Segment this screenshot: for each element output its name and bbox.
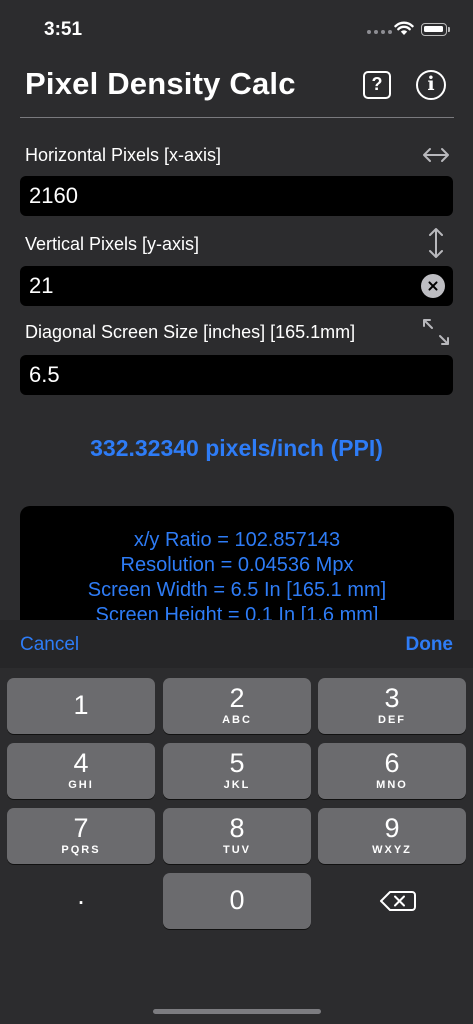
key-letters: ABC — [222, 714, 252, 726]
home-indicator — [153, 1009, 321, 1014]
clear-text-icon[interactable] — [421, 274, 445, 298]
status-bar: 3:51 — [0, 0, 473, 58]
key-1[interactable]: 1 — [7, 678, 155, 734]
key-8[interactable]: 8 TUV — [163, 808, 311, 864]
vertical-pixels-label: Vertical Pixels [y-axis] — [25, 234, 200, 254]
key-number: 2 — [229, 683, 245, 713]
decimal-point-key[interactable]: . — [7, 873, 155, 929]
backspace-key[interactable] — [318, 873, 466, 929]
status-time: 3:51 — [44, 19, 83, 40]
key-number: 6 — [384, 748, 400, 778]
key-5[interactable]: 5 JKL — [163, 743, 311, 799]
key-letters: MNO — [376, 779, 408, 791]
battery-icon — [421, 23, 450, 36]
key-letters: DEF — [378, 714, 406, 726]
key-letters: GHI — [68, 779, 94, 791]
horizontal-pixels-label: Horizontal Pixels [x-axis] — [25, 145, 222, 165]
key-letters: PQRS — [61, 844, 101, 856]
key-number: 7 — [73, 813, 89, 843]
cellular-signal-icon — [367, 30, 392, 34]
key-letters: TUV — [223, 844, 251, 856]
result-screen-height: Screen Height = 0.1 In [1.6 mm] — [95, 604, 379, 620]
info-icon[interactable]: i — [416, 70, 446, 100]
backspace-icon — [380, 891, 416, 911]
key-4[interactable]: 4 GHI — [7, 743, 155, 799]
key-2[interactable]: 2 ABC — [163, 678, 311, 734]
vertical-arrows-icon — [429, 228, 443, 258]
key-number: 4 — [73, 748, 89, 778]
key-3[interactable]: 3 DEF — [318, 678, 466, 734]
help-icon[interactable]: ? — [363, 71, 391, 99]
wifi-icon — [394, 21, 414, 35]
horizontal-pixels-input[interactable] — [20, 176, 453, 216]
results-panel: x/y Ratio = 102.857143 Resolution = 0.04… — [20, 506, 454, 620]
key-0[interactable]: 0 — [163, 873, 311, 929]
result-screen-width: Screen Width = 6.5 In [165.1 mm] — [87, 579, 387, 601]
diagonal-size-label: Diagonal Screen Size [inches] [165.1mm] — [25, 322, 356, 342]
key-number: 9 — [384, 813, 400, 843]
result-resolution: Resolution = 0.04536 Mpx — [120, 554, 354, 576]
done-button[interactable]: Done — [406, 634, 454, 656]
vertical-pixels-input[interactable] — [20, 266, 453, 306]
key-7[interactable]: 7 PQRS — [7, 808, 155, 864]
key-number: 5 — [229, 748, 245, 778]
key-letters: JKL — [223, 779, 251, 791]
key-number: 0 — [229, 885, 245, 915]
diagonal-size-input[interactable] — [20, 355, 453, 395]
key-6[interactable]: 6 MNO — [318, 743, 466, 799]
ppi-result: 332.32340 pixels/inch (PPI) — [90, 435, 383, 461]
key-number: 3 — [384, 683, 400, 713]
key-number: 8 — [229, 813, 245, 843]
page-title: Pixel Density Calc — [25, 66, 296, 101]
key-9[interactable]: 9 WXYZ — [318, 808, 466, 864]
key-number: 1 — [73, 690, 89, 720]
diagonal-arrows-icon — [423, 319, 449, 345]
header-divider — [20, 117, 454, 118]
cancel-button[interactable]: Cancel — [20, 634, 79, 656]
horizontal-arrows-icon — [423, 148, 449, 162]
key-letters: WXYZ — [372, 844, 412, 856]
app-screen: 3:51 Pixel Density Calc ? i Horizontal P… — [0, 0, 473, 620]
result-ratio: x/y Ratio = 102.857143 — [133, 529, 341, 551]
